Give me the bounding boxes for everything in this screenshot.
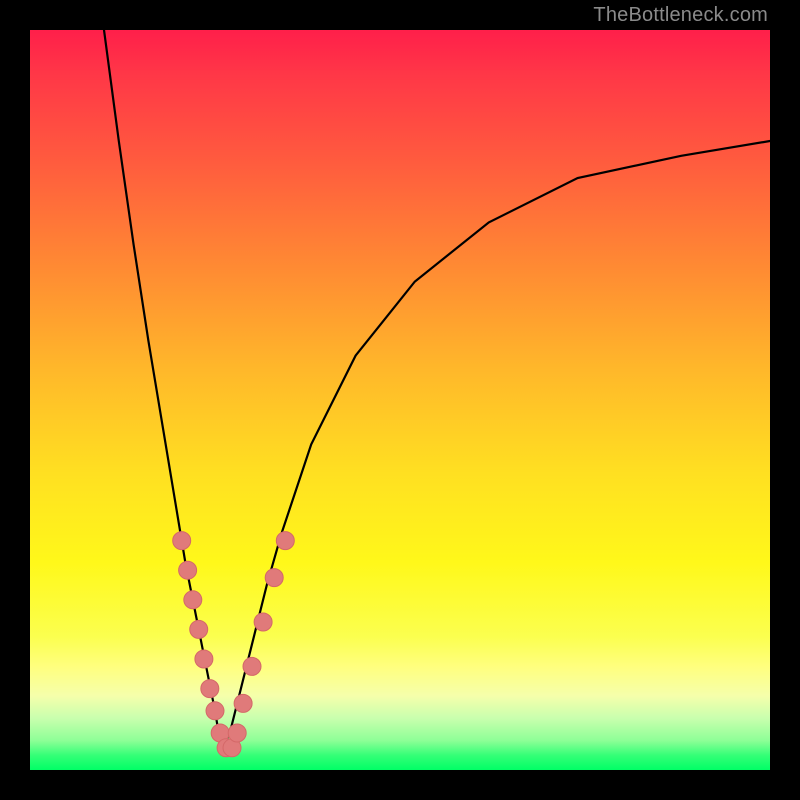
data-marker (234, 694, 252, 712)
data-markers (173, 532, 295, 757)
data-marker (195, 650, 213, 668)
data-marker (254, 613, 272, 631)
data-marker (265, 569, 283, 587)
watermark-label: TheBottleneck.com (593, 4, 768, 27)
data-marker (228, 724, 246, 742)
curve-right-branch (222, 141, 770, 748)
data-marker (173, 532, 191, 550)
data-marker (184, 591, 202, 609)
data-marker (276, 532, 294, 550)
data-marker (190, 620, 208, 638)
data-marker (201, 680, 219, 698)
chart-frame: TheBottleneck.com (0, 0, 800, 800)
data-marker (243, 657, 261, 675)
plot-area (30, 30, 770, 770)
chart-svg (30, 30, 770, 770)
data-marker (179, 561, 197, 579)
data-marker (206, 702, 224, 720)
curve-left-branch (104, 30, 222, 748)
